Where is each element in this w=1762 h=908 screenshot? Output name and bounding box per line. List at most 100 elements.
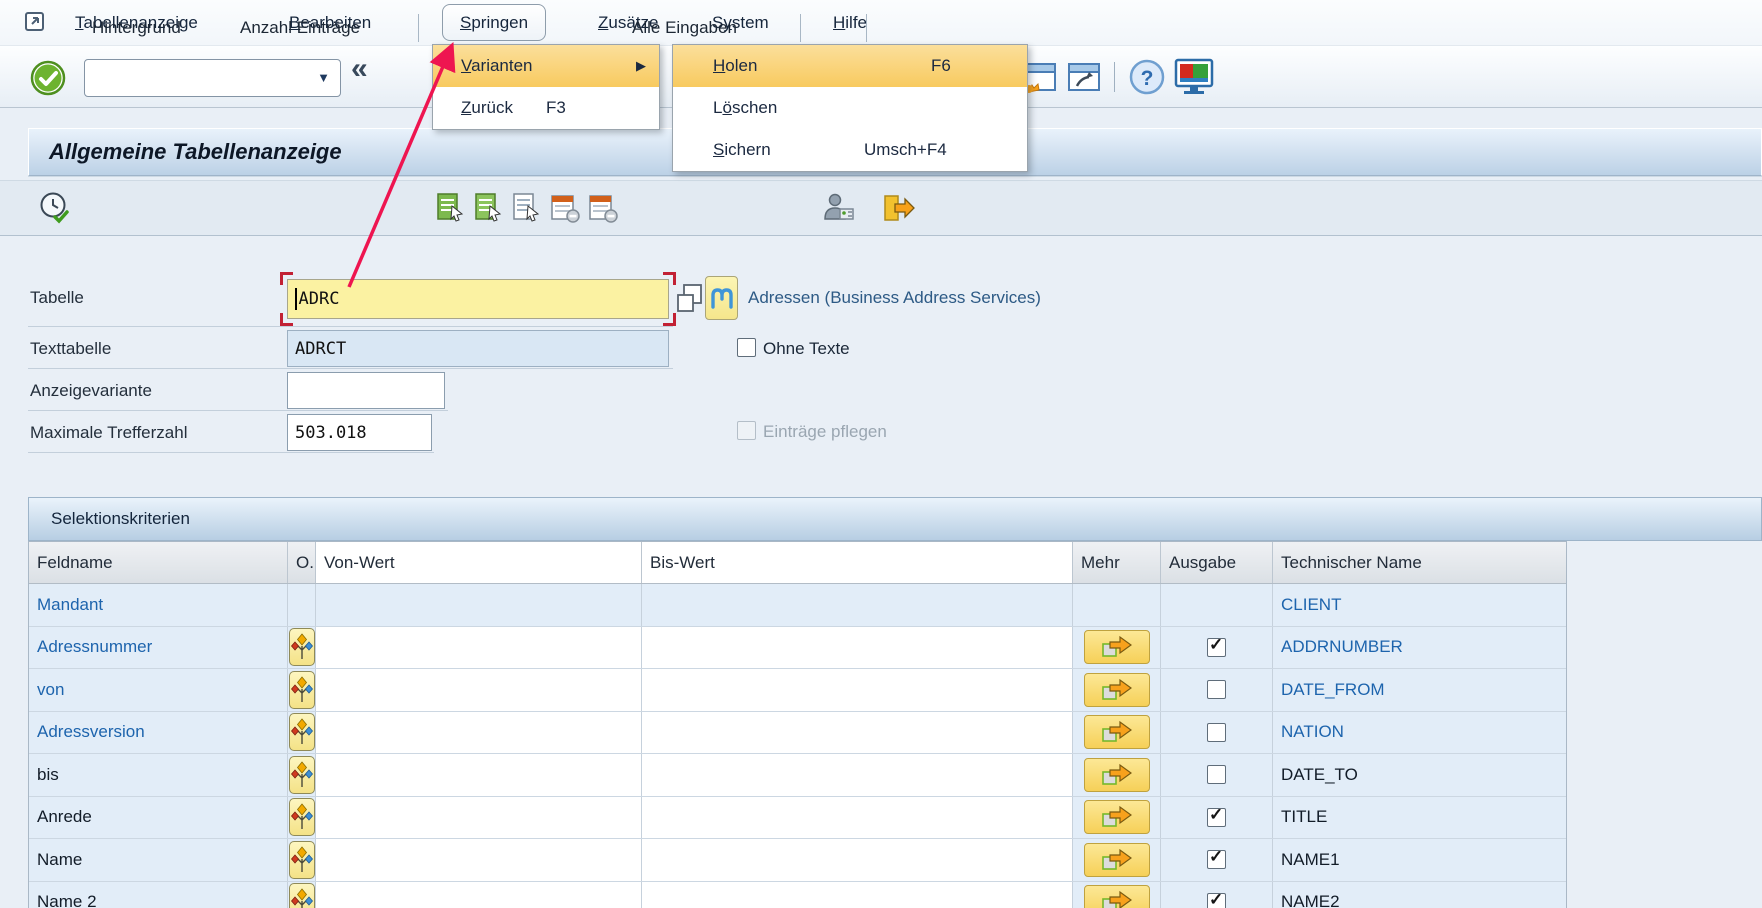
- command-field[interactable]: ▼: [84, 59, 341, 97]
- menu-springen[interactable]: Springen: [442, 4, 546, 41]
- texttabelle-input[interactable]: ADRCT: [287, 330, 669, 367]
- multiple-selection-button[interactable]: [1084, 885, 1150, 908]
- menu-item-holen[interactable]: Holen F6: [673, 45, 1027, 87]
- bis-wert-input[interactable]: [642, 627, 1073, 669]
- technischer-name-cell: NAME1: [1273, 839, 1566, 881]
- ausgabe-cell: ✓: [1161, 882, 1273, 908]
- mehr-cell: [1073, 882, 1161, 908]
- divider: [28, 326, 673, 327]
- ausgabe-checkbox[interactable]: ✓: [1207, 850, 1226, 869]
- customize-layout-icon[interactable]: [1172, 57, 1216, 102]
- select-fields-icon[interactable]: [436, 192, 468, 229]
- multiple-selection-button[interactable]: [1084, 843, 1150, 877]
- technischer-name-cell: CLIENT: [1273, 584, 1566, 626]
- table-row: Mandant CLIENT: [29, 584, 1566, 627]
- selection-option-icon[interactable]: [289, 713, 315, 751]
- ohne-texte-checkbox[interactable]: [737, 338, 756, 357]
- bis-wert-input[interactable]: [642, 754, 1073, 796]
- help-icon[interactable]: ?: [1128, 58, 1166, 101]
- sap-gui-window: Tabellenanzeige Bearbeiten Springen Zusä…: [0, 0, 1762, 908]
- multiple-selection-button[interactable]: [1084, 673, 1150, 707]
- command-dropdown-icon[interactable]: ▼: [317, 60, 330, 96]
- von-wert-input[interactable]: [316, 584, 642, 626]
- ausgabe-checkbox[interactable]: [1207, 723, 1226, 742]
- user-data-icon[interactable]: [822, 191, 856, 230]
- divider: [28, 410, 448, 411]
- multiple-selection-icon[interactable]: [676, 283, 703, 320]
- maximale-trefferzahl-input[interactable]: 503.018: [287, 414, 432, 451]
- delete-all-selections-icon[interactable]: [588, 192, 620, 229]
- ausgabe-checkbox[interactable]: ✓: [1207, 638, 1226, 657]
- table-contents-button[interactable]: [705, 276, 738, 320]
- von-wert-input[interactable]: [316, 712, 642, 754]
- ausgabe-checkbox[interactable]: [1207, 680, 1226, 699]
- option-cell: [288, 839, 316, 881]
- eintraege-pflegen-checkbox[interactable]: [737, 421, 756, 440]
- technischer-name-cell: TITLE: [1273, 797, 1566, 839]
- delete-selection-icon[interactable]: [550, 192, 582, 229]
- bis-wert-input[interactable]: [642, 584, 1073, 626]
- toolbar-separator: [418, 14, 419, 42]
- selection-table: Feldname O. Von-Wert Bis-Wert Mehr Ausga…: [28, 541, 1567, 908]
- bis-wert-input[interactable]: [642, 882, 1073, 908]
- divider: [28, 452, 434, 453]
- create-shortcut-icon[interactable]: [1064, 59, 1102, 101]
- selection-option-icon[interactable]: [289, 628, 315, 666]
- toolbar-separator: [1114, 62, 1115, 92]
- select-all-icon[interactable]: [474, 192, 506, 229]
- multiple-selection-button[interactable]: [1084, 630, 1150, 664]
- ausgabe-checkbox[interactable]: ✓: [1207, 893, 1226, 908]
- multiple-selection-button[interactable]: [1084, 800, 1150, 834]
- toolbar-separator: [866, 14, 867, 42]
- technischer-name-cell: NATION: [1273, 712, 1566, 754]
- menu-item-loeschen[interactable]: Löschen: [673, 87, 1027, 129]
- bis-wert-input[interactable]: [642, 669, 1073, 711]
- technischer-name-cell: DATE_TO: [1273, 754, 1566, 796]
- execute-icon[interactable]: [38, 191, 72, 230]
- multiple-selection-button[interactable]: [1084, 715, 1150, 749]
- table-row: Name: [29, 839, 1566, 882]
- application-toolbar: [0, 180, 1762, 236]
- selection-option-icon[interactable]: [289, 841, 315, 879]
- von-wert-input[interactable]: [316, 882, 642, 908]
- anzahl-eintraege-button[interactable]: Anzahl Einträge: [240, 0, 360, 56]
- von-wert-input[interactable]: [316, 669, 642, 711]
- table-description: Adressen (Business Address Services): [748, 288, 1041, 308]
- col-bis-wert: Bis-Wert: [642, 542, 1073, 583]
- menu-hilfe[interactable]: Hilfe: [833, 0, 867, 46]
- ausgabe-checkbox[interactable]: [1207, 765, 1226, 784]
- mehr-cell: [1073, 627, 1161, 669]
- anzeigevariante-input[interactable]: [287, 372, 445, 409]
- table-row: Anrede: [29, 797, 1566, 840]
- table-row: Adressnummer: [29, 627, 1566, 670]
- maximale-trefferzahl-label: Maximale Trefferzahl: [30, 423, 187, 443]
- von-wert-input[interactable]: [316, 839, 642, 881]
- von-wert-input[interactable]: [316, 797, 642, 839]
- mehr-cell: [1073, 584, 1161, 626]
- bis-wert-input[interactable]: [642, 797, 1073, 839]
- enter-icon[interactable]: [30, 60, 67, 97]
- collapse-toolbar-icon[interactable]: «: [351, 52, 368, 86]
- divider: [28, 368, 673, 369]
- technischer-name-cell: DATE_FROM: [1273, 669, 1566, 711]
- menu-item-sichern[interactable]: Sichern Umsch+F4: [673, 129, 1027, 171]
- von-wert-input[interactable]: [316, 754, 642, 796]
- multiple-selection-button[interactable]: [1084, 758, 1150, 792]
- exit-icon[interactable]: [882, 192, 916, 229]
- submenu-arrow-icon: ▶: [636, 45, 646, 87]
- bis-wert-input[interactable]: [642, 712, 1073, 754]
- selection-option-icon[interactable]: [289, 798, 315, 836]
- tabelle-input[interactable]: ADRC: [287, 279, 669, 319]
- selection-option-icon[interactable]: [289, 883, 315, 908]
- bis-wert-input[interactable]: [642, 839, 1073, 881]
- von-wert-input[interactable]: [316, 627, 642, 669]
- selection-option-icon[interactable]: [289, 671, 315, 709]
- selection-option-icon[interactable]: [289, 756, 315, 794]
- ausgabe-checkbox[interactable]: ✓: [1207, 808, 1226, 827]
- menu-item-varianten[interactable]: Varianten ▶: [433, 45, 659, 87]
- hintergrund-button[interactable]: Hintergrund: [92, 0, 181, 56]
- deselect-fields-icon[interactable]: [512, 192, 544, 229]
- menu-item-zurueck[interactable]: Zurück F3: [433, 87, 659, 129]
- system-menu-icon[interactable]: [24, 10, 49, 40]
- feldname-cell: Adressnummer: [29, 627, 288, 669]
